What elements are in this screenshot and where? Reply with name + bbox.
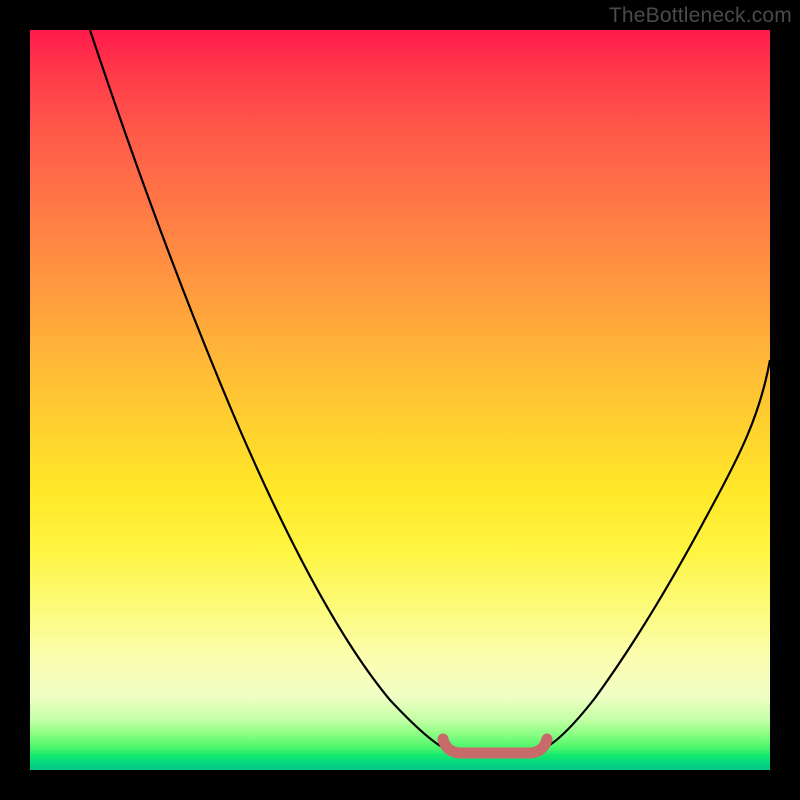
v-curve-path — [90, 30, 770, 753]
plot-area — [30, 30, 770, 770]
valley-marker — [443, 739, 547, 753]
curve-svg — [30, 30, 770, 770]
watermark-text: TheBottleneck.com — [609, 4, 792, 28]
chart-outer-frame: TheBottleneck.com — [0, 0, 800, 800]
